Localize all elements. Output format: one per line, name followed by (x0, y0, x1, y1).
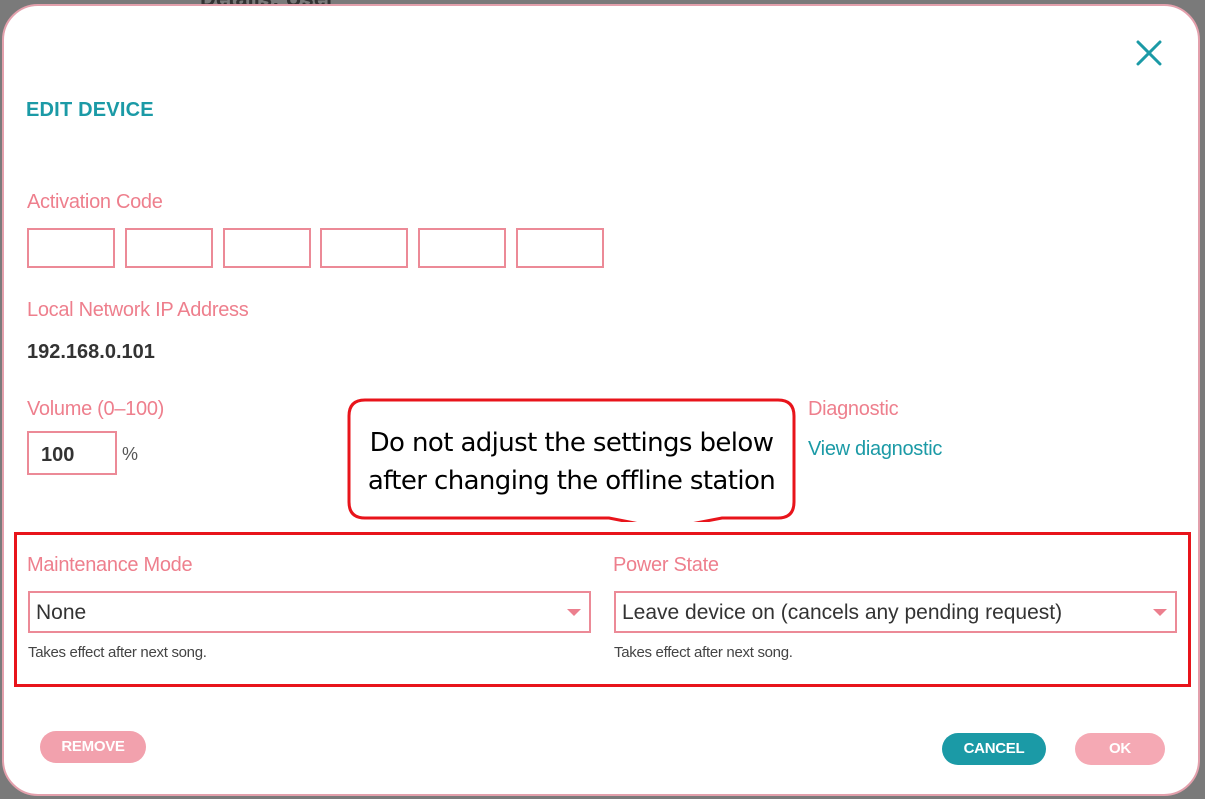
maintenance-mode-hint: Takes effect after next song. (28, 644, 207, 661)
activation-code-box-4[interactable] (320, 228, 408, 268)
power-state-hint: Takes effect after next song. (614, 644, 793, 661)
ok-button[interactable]: OK (1075, 733, 1165, 765)
remove-button[interactable]: REMOVE (40, 731, 146, 763)
volume-label: Volume (0–100) (27, 398, 165, 420)
activation-code-box-1[interactable] (27, 228, 115, 268)
activation-code-box-6[interactable] (516, 228, 604, 268)
maintenance-mode-value: None (36, 601, 87, 624)
volume-input[interactable]: 100 (27, 431, 117, 475)
power-state-label: Power State (613, 554, 719, 576)
callout-text: Do not adjust the settings below after c… (347, 424, 796, 500)
close-icon[interactable] (1133, 37, 1165, 69)
activation-code-box-3[interactable] (223, 228, 311, 268)
volume-unit: % (122, 444, 139, 464)
callout-line-1: Do not adjust the settings below (369, 428, 774, 458)
callout-line-2: after changing the offline station (367, 466, 776, 496)
activation-code-box-5[interactable] (418, 228, 506, 268)
ip-address-value: 192.168.0.101 (27, 341, 155, 363)
view-diagnostic-link[interactable]: View diagnostic (808, 438, 942, 461)
dialog-title: EDIT DEVICE (26, 99, 154, 121)
diagnostic-label: Diagnostic (808, 398, 899, 420)
cancel-button[interactable]: CANCEL (942, 733, 1046, 765)
activation-code-label: Activation Code (27, 191, 163, 213)
maintenance-mode-label: Maintenance Mode (27, 554, 193, 576)
power-state-value: Leave device on (cancels any pending req… (622, 601, 1063, 624)
power-state-select[interactable]: Leave device on (cancels any pending req… (614, 591, 1177, 633)
chevron-down-icon (567, 609, 581, 616)
activation-code-box-2[interactable] (125, 228, 213, 268)
ip-address-label: Local Network IP Address (27, 299, 249, 321)
chevron-down-icon (1153, 609, 1167, 616)
maintenance-mode-select[interactable]: None (28, 591, 591, 633)
